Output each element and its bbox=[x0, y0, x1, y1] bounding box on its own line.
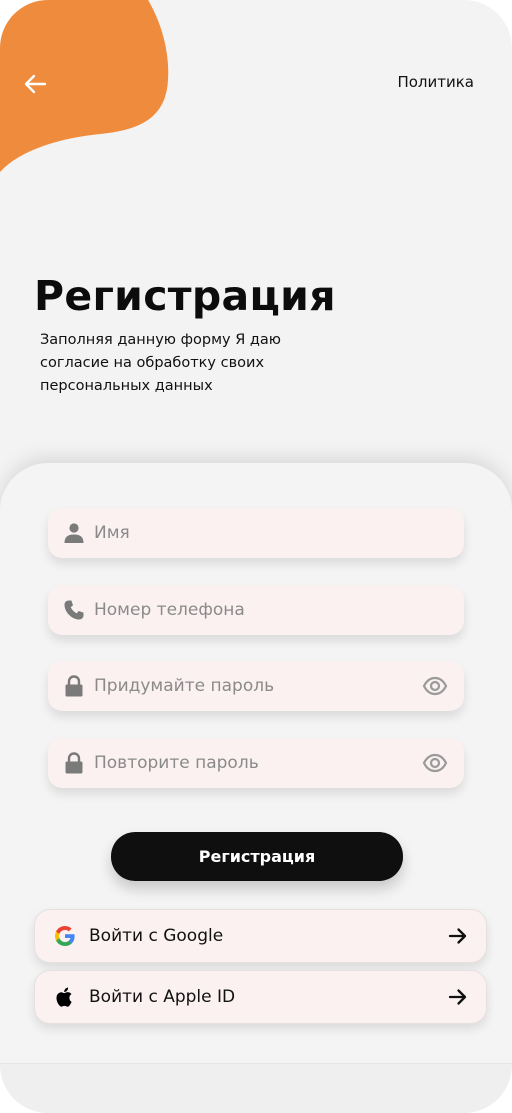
password-repeat-field[interactable] bbox=[48, 738, 464, 788]
google-signin-button[interactable]: Войти с Google bbox=[34, 909, 487, 963]
eye-icon[interactable] bbox=[422, 675, 448, 697]
user-icon bbox=[64, 523, 84, 543]
name-field[interactable] bbox=[48, 508, 464, 558]
phone-field[interactable] bbox=[48, 585, 464, 635]
arrow-left-icon bbox=[24, 74, 47, 94]
name-input[interactable] bbox=[94, 508, 414, 558]
apple-signin-button[interactable]: Войти с Apple ID bbox=[34, 970, 487, 1024]
password-repeat-input[interactable] bbox=[94, 738, 414, 788]
arrow-right-icon bbox=[448, 989, 467, 1005]
policy-link[interactable]: Политика bbox=[397, 73, 474, 91]
apple-icon bbox=[56, 987, 72, 1007]
lock-icon bbox=[65, 752, 83, 774]
consent-text: Заполняя данную форму Я даю согласие на … bbox=[40, 332, 282, 394]
register-button[interactable]: Регистрация bbox=[111, 832, 403, 881]
phone-input[interactable] bbox=[94, 585, 414, 635]
app-screen: Политика Регистрация Заполняя данную фор… bbox=[0, 0, 512, 1113]
password-field[interactable] bbox=[48, 661, 464, 711]
lock-icon bbox=[65, 675, 83, 697]
apple-signin-label: Войти с Apple ID bbox=[89, 987, 236, 1007]
page-title: Регистрация bbox=[34, 272, 336, 320]
back-button[interactable] bbox=[18, 68, 52, 100]
eye-icon[interactable] bbox=[422, 752, 448, 774]
google-icon bbox=[55, 926, 75, 946]
password-input[interactable] bbox=[94, 661, 414, 711]
bottom-bar bbox=[0, 1063, 512, 1113]
phone-icon bbox=[64, 600, 84, 620]
google-signin-label: Войти с Google bbox=[89, 926, 224, 946]
arrow-right-icon bbox=[448, 928, 467, 944]
